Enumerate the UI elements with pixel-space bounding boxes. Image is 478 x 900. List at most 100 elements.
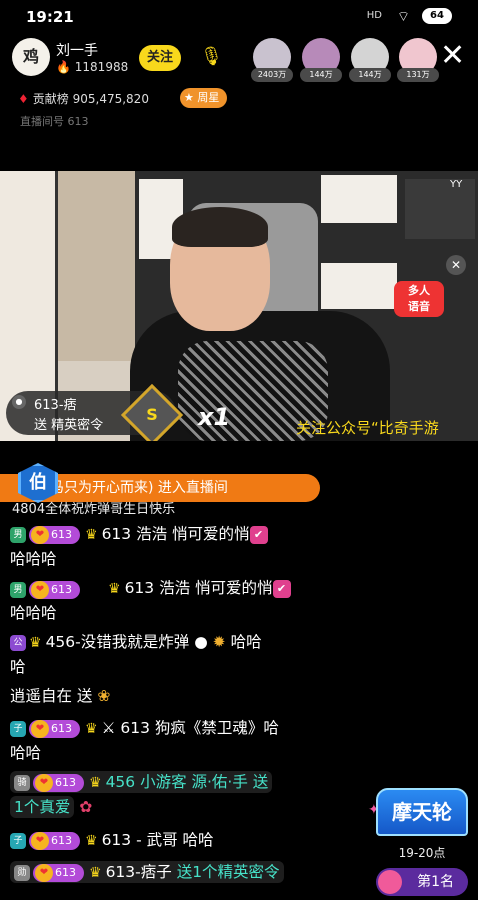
chat-highlight: 勋613 ♛613-痞子 送1个精英密令 bbox=[10, 861, 284, 883]
sender-avatar: ● bbox=[12, 395, 26, 409]
fan-badge: 613 bbox=[33, 863, 84, 882]
multi-voice-badge[interactable]: 多人 语音 bbox=[394, 281, 444, 317]
level-badge: 男 bbox=[10, 526, 26, 543]
close-icon[interactable]: ✕ bbox=[446, 255, 466, 275]
viewer-count: 144万 bbox=[349, 68, 391, 82]
flame-icon: 🔥 bbox=[56, 60, 71, 74]
status-bar: 19:21 HD ⌔ 64 bbox=[0, 0, 478, 34]
chat-text: 悄可爱的悄 bbox=[172, 525, 250, 543]
chat-text: 哈 bbox=[10, 658, 26, 676]
streamer-avatar[interactable]: 鸡 bbox=[12, 38, 50, 76]
chat-ticker: 4804全体祝炸弹哥生日快乐 bbox=[12, 502, 176, 514]
chat-text: 逍遥自在 送 bbox=[10, 687, 93, 705]
crown-icon: ♛ bbox=[108, 581, 121, 597]
contribution-rank[interactable]: ♦ 贡献榜 905,475,820 bbox=[18, 90, 149, 107]
chat-user[interactable]: 613 浩浩 bbox=[102, 525, 168, 543]
fan-badge: 613 bbox=[29, 719, 80, 738]
chat-user[interactable]: 613-痞子 bbox=[106, 863, 172, 881]
wifi-icon: ⌔ bbox=[396, 9, 410, 25]
ferris-wheel-time: 19-20点 bbox=[398, 846, 446, 860]
gift-sender: 613-痞 bbox=[34, 398, 77, 413]
fan-badge: 613 bbox=[29, 525, 80, 544]
live-video[interactable]: YY ✕ 多人 语音 ● 613-痞 送 精英密令 S x1 关注公众号“比奇手… bbox=[0, 171, 478, 441]
fan-badge: 613 bbox=[33, 773, 84, 792]
viewer-count: 2403万 bbox=[251, 68, 293, 82]
weekly-star-label: 周星 bbox=[197, 91, 220, 104]
viewer-avatar[interactable]: 144万 bbox=[300, 38, 342, 82]
crown-icon: ♛ bbox=[89, 865, 102, 881]
chat-user[interactable]: 613 - 武哥 bbox=[102, 831, 178, 849]
crown-icon: ♛ bbox=[85, 721, 98, 737]
chat-text: 哈哈 bbox=[10, 744, 42, 762]
room-id-value: 613 bbox=[67, 115, 89, 128]
chat-message[interactable]: 骑613 ♛456 小游客 源·佑·手 送 1个真爱 ✿ bbox=[10, 770, 330, 819]
chat-message[interactable]: 公 ♛ 456-没错我就是炸弹 ● ✹ 哈哈 哈 bbox=[10, 630, 330, 679]
chat-message[interactable]: 勋613 ♛613-痞子 送1个精英密令 bbox=[10, 860, 330, 885]
ferris-wheel-title: 摩天轮 bbox=[376, 788, 468, 836]
chat-text: 送1个精英密令 bbox=[176, 863, 280, 881]
mic-icon[interactable]: 🎙 bbox=[200, 46, 223, 67]
chat-text: 送 bbox=[252, 773, 269, 791]
level-badge: 子 bbox=[10, 720, 26, 737]
fan-badge: 613 bbox=[29, 831, 80, 850]
chat-text: 哈哈哈 bbox=[10, 604, 57, 622]
chat-message[interactable]: 逍遥自在 送 ❀ bbox=[10, 684, 330, 708]
chat-message[interactable]: 子613 ♛⚔ 613 狗疯《禁卫魂》哈 哈哈 bbox=[10, 716, 330, 765]
video-person-hair bbox=[172, 207, 268, 247]
chat-text: 哈哈哈 bbox=[10, 550, 57, 568]
gift-icon: ❀ bbox=[97, 687, 111, 705]
weekly-star-button[interactable]: ★ 周星 bbox=[180, 88, 228, 108]
gift-text: 送 精英密令 bbox=[34, 418, 104, 433]
crown-icon: ♛ bbox=[85, 527, 98, 543]
chat-text: 哈哈 bbox=[182, 831, 214, 849]
heart-emoji-icon: ✔ bbox=[249, 525, 268, 544]
crown-icon: ♛ bbox=[29, 635, 42, 651]
fan-badge: 613 bbox=[29, 580, 80, 599]
viewer-count: 131万 bbox=[397, 68, 439, 82]
level-badge: 男 bbox=[10, 581, 26, 598]
chat-text: 哈哈 bbox=[230, 633, 262, 651]
chat-user[interactable]: 456 小游客 源·佑·手 bbox=[106, 773, 248, 791]
video-background-door bbox=[58, 171, 138, 361]
viewer-avatar[interactable]: 144万 bbox=[349, 38, 391, 82]
close-icon[interactable]: ✕ bbox=[440, 38, 465, 73]
ferris-wheel-widget[interactable]: ✦ 摩天轮 19-20点 第1名 bbox=[368, 782, 472, 900]
level-badge: 公 bbox=[10, 634, 26, 651]
follow-button[interactable]: 关注 bbox=[139, 45, 181, 71]
flower-icon: ✿ bbox=[79, 798, 93, 816]
heart-emoji-icon: ✔ bbox=[272, 579, 291, 598]
level-badge: 勋 bbox=[14, 864, 30, 881]
chat-message[interactable]: 子613 ♛613 - 武哥 哈哈 bbox=[10, 828, 330, 853]
viewer-avatar[interactable]: 2403万 bbox=[251, 38, 293, 82]
gift-combo: x1 bbox=[198, 403, 231, 431]
bomb-icon: ● bbox=[194, 633, 208, 651]
room-id-label: 直播间号 bbox=[20, 115, 64, 128]
star-icon: ★ bbox=[184, 91, 194, 104]
crown-icon: ♛ bbox=[85, 833, 98, 849]
streamer-fans: 🔥 1181988 bbox=[56, 60, 128, 74]
chat-highlight: 骑613 ♛456 小游客 源·佑·手 送 bbox=[10, 771, 273, 793]
fans-count: 1181988 bbox=[74, 60, 129, 74]
gift-badge-letter: S bbox=[146, 405, 158, 424]
contribution-label: 贡献榜 bbox=[32, 92, 69, 106]
crown-icon: ♛ bbox=[89, 775, 102, 791]
chat-text: 1个真爱 bbox=[10, 796, 75, 818]
gem-icon: ♦ bbox=[18, 92, 29, 106]
level-badge: 骑 bbox=[14, 774, 30, 791]
viewer-avatar[interactable]: 131万 bbox=[397, 38, 439, 82]
battery-icon: 64 bbox=[422, 8, 452, 24]
yy-watermark: YY bbox=[450, 179, 463, 190]
chat-user[interactable]: 456-没错我就是炸弹 bbox=[46, 633, 190, 651]
chat-message[interactable]: 男613 ♛613 浩浩 悄可爱的悄✔ 哈哈哈 bbox=[10, 522, 330, 571]
contribution-value: 905,475,820 bbox=[72, 92, 149, 106]
chat-text: 悄可爱的悄 bbox=[195, 579, 273, 597]
badge-icon: ✹ bbox=[212, 633, 226, 651]
scrolling-banner: 关注公众号“比奇手游 bbox=[296, 419, 439, 437]
streamer-name[interactable]: 刘一手 bbox=[56, 40, 98, 60]
chat-user[interactable]: 613 狗疯《禁卫魂》 bbox=[120, 719, 263, 737]
chat-user[interactable]: 613 浩浩 bbox=[125, 579, 191, 597]
chat-badges: 男613 bbox=[10, 579, 85, 599]
signal-icon: HD bbox=[366, 10, 382, 21]
swords-icon: ⚔ bbox=[101, 719, 116, 737]
streamer-header: 鸡 刘一手 🔥 1181988 关注 🎙 2403万 144万 144万 131… bbox=[0, 36, 478, 82]
